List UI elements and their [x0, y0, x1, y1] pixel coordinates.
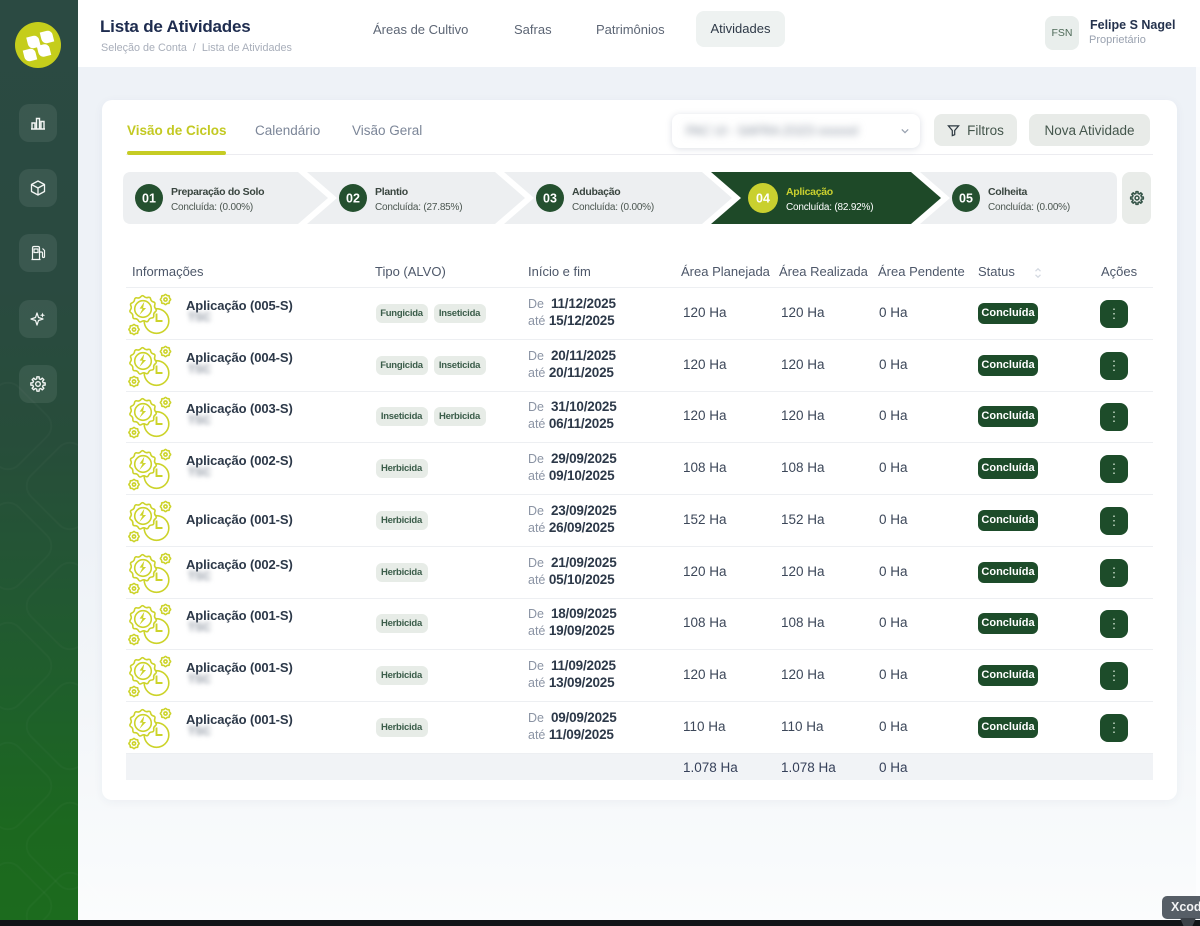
- svg-text:Concluída: (27.85%): Concluída: (27.85%): [375, 202, 462, 213]
- svg-text:04: 04: [756, 192, 770, 206]
- svg-text:Concluída: (82.92%): Concluída: (82.92%): [786, 202, 873, 213]
- svg-text:Aplicação: Aplicação: [786, 186, 833, 198]
- svg-text:Plantio: Plantio: [375, 186, 408, 198]
- svg-text:03: 03: [543, 192, 557, 206]
- svg-text:Colheita: Colheita: [988, 186, 1027, 198]
- svg-text:Preparação do Solo: Preparação do Solo: [171, 186, 264, 198]
- svg-text:01: 01: [142, 192, 156, 206]
- svg-text:Concluída: (0.00%): Concluída: (0.00%): [572, 202, 654, 213]
- svg-text:Concluída: (0.00%): Concluída: (0.00%): [171, 202, 253, 213]
- svg-text:Concluída: (0.00%): Concluída: (0.00%): [988, 202, 1070, 213]
- svg-text:05: 05: [959, 192, 973, 206]
- svg-text:02: 02: [346, 192, 360, 206]
- svg-text:Adubação: Adubação: [572, 186, 620, 198]
